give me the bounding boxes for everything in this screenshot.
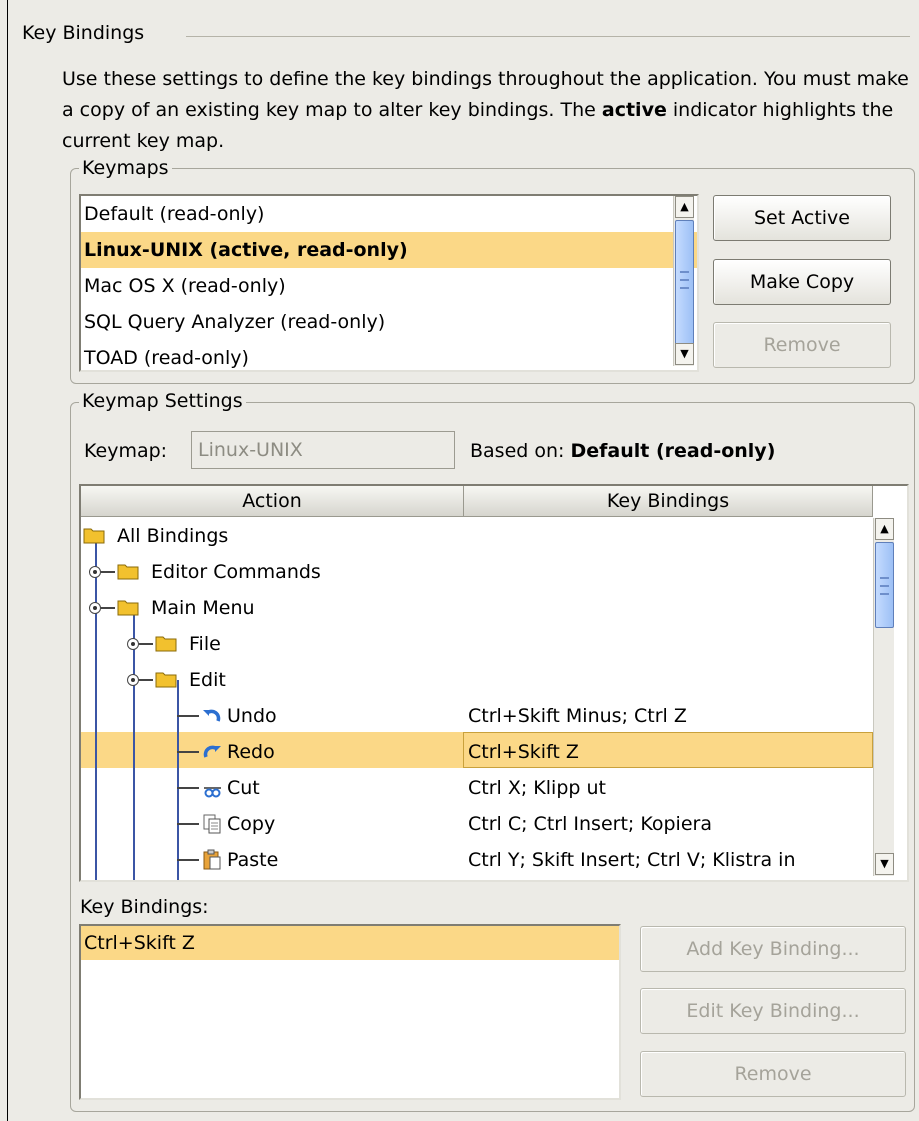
based-on-text: Based on: Default (read-only) — [470, 440, 775, 462]
scissors-icon — [204, 787, 221, 798]
tree-row-cut[interactable]: Cut Ctrl X; Klipp ut — [81, 770, 907, 806]
paste-icon — [203, 849, 221, 870]
tree-row-file[interactable]: File — [81, 626, 907, 662]
grip-line — [880, 585, 889, 587]
keymap-name-field[interactable]: Linux-UNIX — [191, 431, 455, 469]
folder-icon — [155, 672, 177, 688]
expand-handle-icon[interactable] — [127, 638, 139, 650]
scroll-up-icon[interactable]: ▲ — [875, 518, 894, 540]
tree-row-copy[interactable]: Copy Ctrl C; Ctrl Insert; Kopiera — [81, 806, 907, 842]
tree-label: Copy — [227, 813, 276, 835]
bindings-table[interactable]: Action Key Bindings All Bindings Editor … — [79, 484, 909, 882]
tree-label: Paste — [227, 849, 279, 871]
set-active-button[interactable]: Set Active — [713, 195, 891, 241]
folder-icon — [83, 528, 105, 544]
scroll-thumb[interactable] — [875, 542, 894, 628]
tree-label: Main Menu — [151, 597, 255, 619]
folder-icon — [117, 564, 139, 580]
binding-cell: Ctrl X; Klipp ut — [468, 777, 606, 799]
key-binding-item[interactable]: Ctrl+Skift Z — [81, 926, 619, 960]
tree-row-main-menu[interactable]: Main Menu — [81, 590, 907, 626]
binding-cell: Ctrl Y; Skift Insert; Ctrl V; Klistra in — [468, 849, 796, 871]
redo-icon — [203, 745, 221, 758]
keymap-item-default[interactable]: Default (read-only) — [81, 196, 697, 232]
scroll-down-icon[interactable]: ▼ — [875, 853, 894, 875]
tree-row-editor-commands[interactable]: Editor Commands — [81, 554, 907, 590]
section-title: Key Bindings — [22, 22, 145, 44]
keymaps-legend: Keymaps — [79, 157, 172, 179]
keymaps-scrollbar[interactable]: ▲ ▼ — [673, 196, 694, 366]
keymap-label: Keymap: — [84, 440, 168, 462]
key-bindings-list[interactable]: Ctrl+Skift Z — [79, 924, 621, 1100]
tree-connector — [101, 571, 115, 573]
scroll-thumb[interactable] — [675, 220, 694, 348]
tree-row-undo[interactable]: Undo Ctrl+Skift Minus; Ctrl Z — [81, 698, 907, 734]
keymap-item-toad[interactable]: TOAD (read-only) — [81, 340, 697, 370]
expand-handle-icon[interactable] — [89, 602, 101, 614]
tree-label: Undo — [227, 705, 277, 727]
keymap-item-linux-unix[interactable]: Linux-UNIX (active, read-only) — [81, 232, 697, 268]
tree-label: Edit — [189, 669, 226, 691]
grip-line — [680, 271, 689, 273]
add-key-binding-button[interactable]: Add Key Binding... — [640, 926, 906, 972]
make-copy-button[interactable]: Make Copy — [713, 259, 891, 305]
tree-label: Redo — [227, 741, 275, 763]
section-divider — [186, 36, 910, 37]
grip-line — [880, 593, 889, 595]
scroll-up-icon[interactable]: ▲ — [675, 196, 694, 218]
tree-row-paste[interactable]: Paste Ctrl Y; Skift Insert; Ctrl V; Klis… — [81, 842, 907, 878]
key-bindings-label: Key Bindings: — [80, 896, 209, 918]
tree-row-edit[interactable]: Edit — [81, 662, 907, 698]
binding-cell: Ctrl C; Ctrl Insert; Kopiera — [468, 813, 712, 835]
tree-label: All Bindings — [117, 525, 229, 547]
tree-connector — [101, 607, 115, 609]
expand-handle-icon[interactable] — [89, 566, 101, 578]
remove-key-binding-button[interactable]: Remove — [640, 1051, 906, 1097]
tree-connector — [139, 643, 153, 645]
tree-connector — [177, 859, 199, 861]
bindings-scrollbar[interactable]: ▲ ▼ — [873, 518, 894, 876]
folder-icon — [155, 636, 177, 652]
binding-cell: Ctrl+Skift Z — [468, 741, 579, 763]
tree-connector — [177, 751, 199, 753]
intro-bold-active: active — [601, 99, 667, 121]
grip-line — [680, 279, 689, 281]
tree-connector — [177, 715, 199, 717]
tree-label: Editor Commands — [151, 561, 321, 583]
tree-row-all-bindings[interactable]: All Bindings — [81, 518, 907, 554]
section-description: Use these settings to define the key bin… — [62, 64, 914, 157]
tree-connector — [177, 823, 199, 825]
tree-row-redo[interactable]: Redo Ctrl+Skift Z — [81, 734, 907, 770]
grip-line — [680, 287, 689, 289]
window-left-border — [7, 0, 8, 1121]
remove-keymap-button[interactable]: Remove — [713, 322, 891, 368]
binding-cell: Ctrl+Skift Minus; Ctrl Z — [468, 705, 687, 727]
based-on-label: Based on: — [470, 440, 571, 462]
copy-icon — [203, 814, 221, 834]
undo-icon — [203, 709, 221, 722]
keymap-item-sql-query-analyzer[interactable]: SQL Query Analyzer (read-only) — [81, 304, 697, 340]
scroll-down-icon[interactable]: ▼ — [675, 343, 694, 365]
based-on-value: Default (read-only) — [570, 440, 776, 462]
folder-icon — [117, 600, 139, 616]
tree-connector — [139, 679, 153, 681]
column-header-key-bindings[interactable]: Key Bindings — [464, 486, 873, 517]
keymaps-list[interactable]: Default (read-only) Linux-UNIX (active, … — [79, 194, 699, 372]
tree-label: Cut — [227, 777, 260, 799]
grip-line — [880, 577, 889, 579]
tree-connector — [177, 787, 199, 789]
edit-key-binding-button[interactable]: Edit Key Binding... — [640, 988, 906, 1034]
keymap-item-mac-os-x[interactable]: Mac OS X (read-only) — [81, 268, 697, 304]
keymap-settings-legend: Keymap Settings — [79, 390, 246, 412]
tree-label: File — [189, 633, 221, 655]
expand-handle-icon[interactable] — [127, 674, 139, 686]
column-header-action[interactable]: Action — [81, 486, 464, 517]
